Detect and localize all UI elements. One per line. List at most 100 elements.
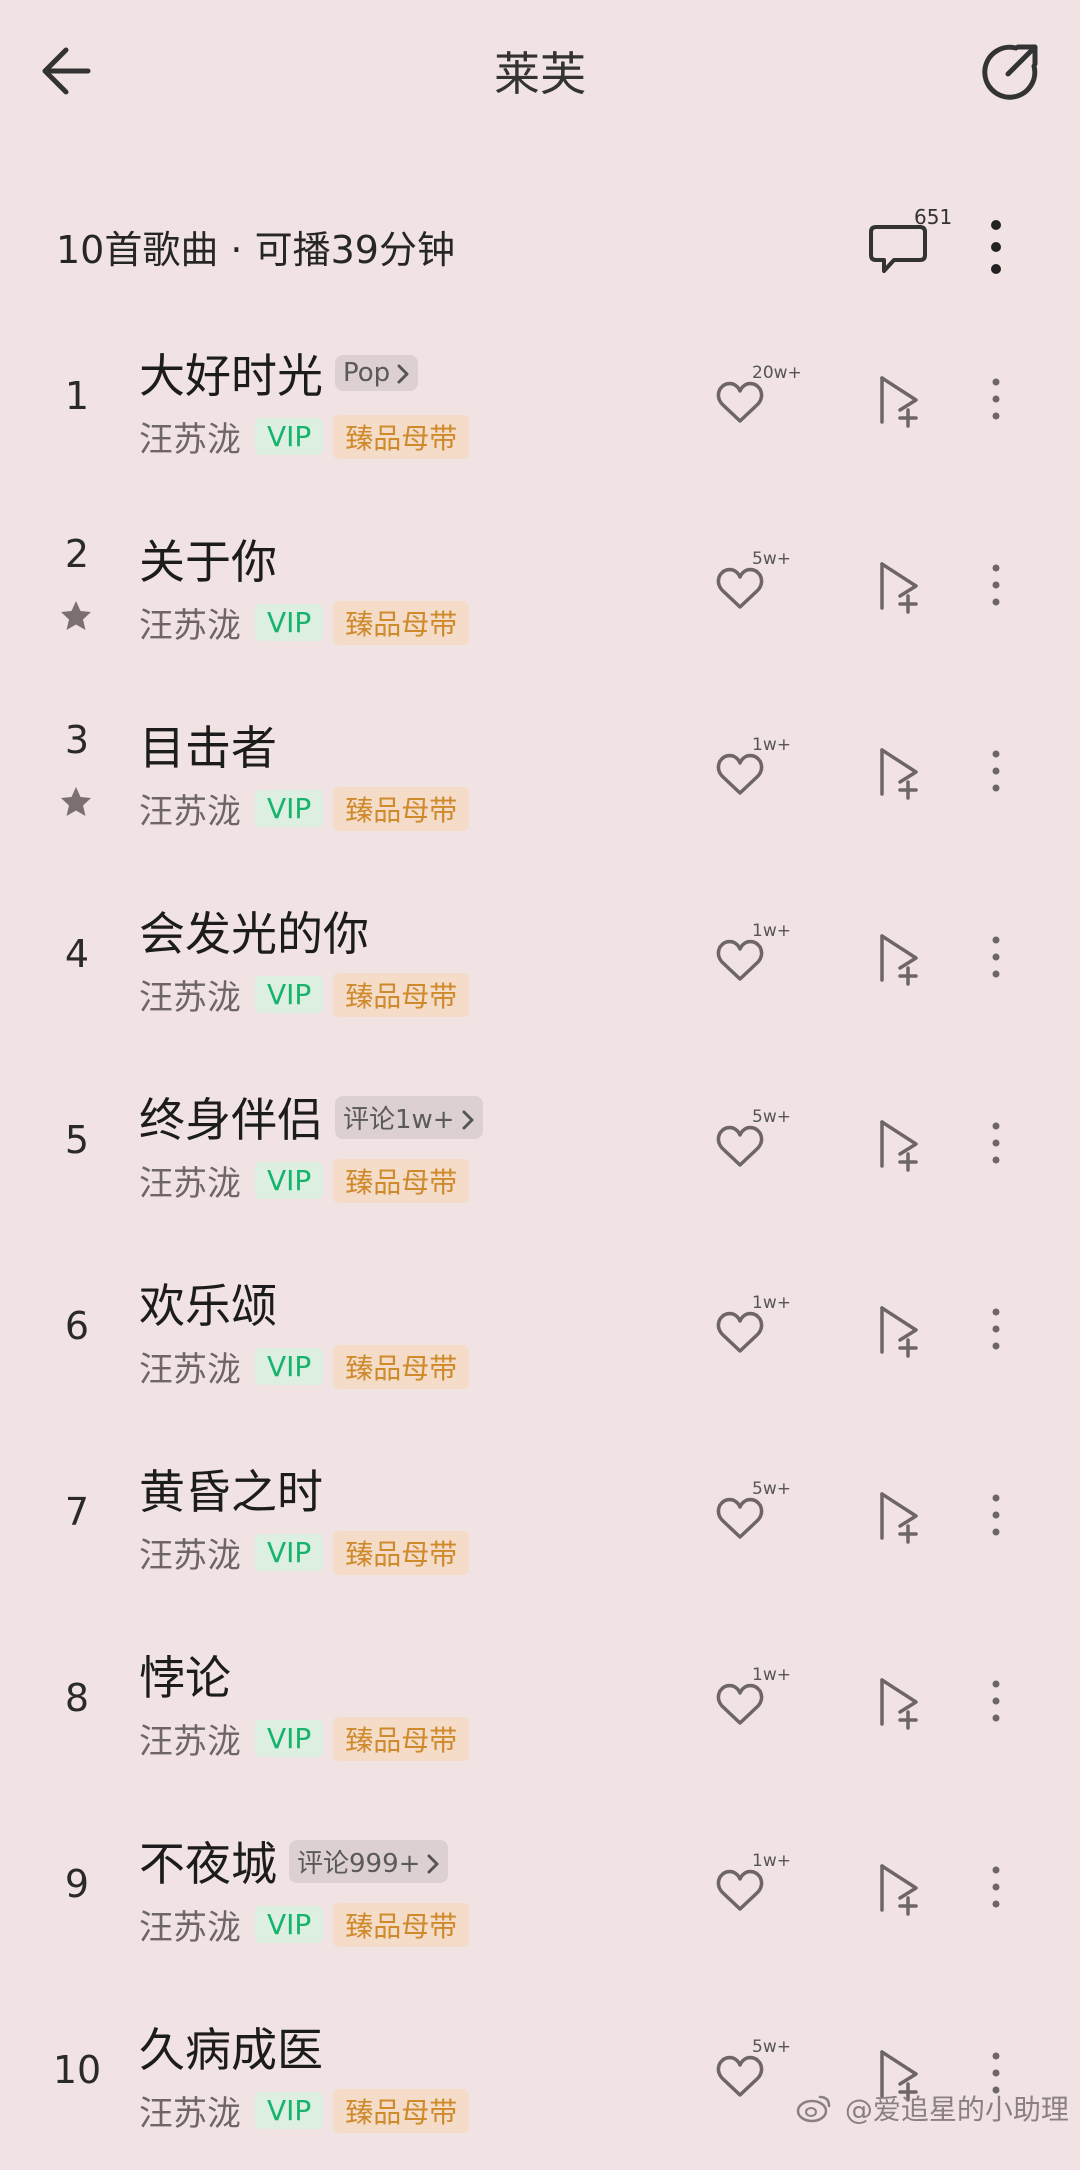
share-button[interactable]: [976, 36, 1046, 106]
quality-badge: 臻品母带: [333, 1158, 470, 1203]
comments-button[interactable]: 651: [862, 205, 952, 285]
song-title-line: 黄昏之时: [139, 1456, 323, 1519]
like-button[interactable]: 1w+: [714, 1293, 804, 1365]
song-tag-label: 评论999+: [297, 1848, 421, 1879]
song-more-button[interactable]: [976, 560, 1016, 610]
add-to-playlist-icon: [880, 1492, 918, 1544]
song-tag[interactable]: 评论999+: [289, 1839, 449, 1883]
like-count: 1w+: [752, 1665, 791, 1685]
song-title: 不夜城: [139, 1837, 277, 1891]
song-index: 10: [52, 2048, 102, 2092]
song-meta: 汪苏泷 VIP 臻品母带: [139, 970, 470, 1018]
playlist-summary: 10首歌曲 · 可播39分钟 651: [0, 205, 1080, 285]
chevron-right-icon: [427, 1854, 439, 1874]
like-button[interactable]: 5w+: [714, 549, 804, 621]
heart-icon: [716, 1311, 764, 1353]
song-row[interactable]: 3 目击者 汪苏泷 VIP 臻品母带 1w+: [0, 682, 1080, 868]
song-meta: 汪苏泷 VIP 臻品母带: [139, 1900, 470, 1948]
artist-name[interactable]: 汪苏泷: [139, 1722, 241, 1762]
song-index: 3: [64, 718, 90, 762]
song-row[interactable]: 8 悖论 汪苏泷 VIP 臻品母带 1w+: [0, 1612, 1080, 1798]
song-index: 2: [64, 532, 90, 576]
add-to-playlist-button[interactable]: [872, 1114, 928, 1174]
song-row[interactable]: 5 终身伴侣 评论1w+ 汪苏泷 VIP 臻品母带 5w+: [0, 1054, 1080, 1240]
chevron-right-icon: [397, 364, 409, 383]
song-title: 黄昏之时: [139, 1465, 323, 1519]
like-count: 5w+: [752, 549, 791, 569]
song-row[interactable]: 4 会发光的你 汪苏泷 VIP 臻品母带 1w+: [0, 868, 1080, 1054]
like-button[interactable]: 5w+: [714, 1479, 804, 1551]
add-to-playlist-button[interactable]: [872, 556, 928, 616]
more-vertical-icon: [992, 564, 1000, 606]
quality-badge: 臻品母带: [333, 972, 470, 1017]
song-index: 8: [64, 1676, 90, 1720]
page-title: 莱芙: [494, 47, 586, 101]
more-options-button[interactable]: [974, 215, 1018, 279]
like-button[interactable]: 5w+: [714, 1107, 804, 1179]
song-more-button[interactable]: [976, 1118, 1016, 1168]
song-tag[interactable]: 评论1w+: [335, 1095, 483, 1139]
artist-name[interactable]: 汪苏泷: [139, 420, 241, 460]
like-count: 5w+: [752, 1479, 791, 1499]
song-tag[interactable]: Pop: [335, 355, 419, 391]
song-more-button[interactable]: [976, 1304, 1016, 1354]
vip-badge: VIP: [255, 2092, 324, 2129]
song-row[interactable]: 7 黄昏之时汪苏泷 VIP 臻品母带 5w+: [0, 1426, 1080, 1612]
like-button[interactable]: 1w+: [714, 1665, 804, 1737]
quality-badge: 臻品母带: [333, 414, 470, 459]
song-more-button[interactable]: [976, 1490, 1016, 1540]
like-button[interactable]: 1w+: [714, 735, 804, 807]
add-to-playlist-button[interactable]: [872, 1300, 928, 1360]
song-more-button[interactable]: [976, 746, 1016, 796]
add-to-playlist-icon: [880, 934, 918, 986]
song-more-button[interactable]: [976, 1862, 1016, 1912]
song-row[interactable]: 10 久病成医 汪苏泷 VIP 臻品母带 5w+: [0, 1984, 1080, 2170]
add-to-playlist-button[interactable]: [872, 1486, 928, 1546]
add-to-playlist-button[interactable]: [872, 1672, 928, 1732]
more-vertical-icon: [992, 1122, 1000, 1164]
add-to-playlist-button[interactable]: [872, 370, 928, 430]
quality-badge: 臻品母带: [333, 2088, 470, 2133]
like-button[interactable]: 1w+: [714, 1851, 804, 1923]
heart-icon: [716, 1683, 764, 1725]
more-vertical-icon: [992, 1680, 1000, 1722]
song-row[interactable]: 6 欢乐颂 汪苏泷 VIP 臻品母带 1w+: [0, 1240, 1080, 1426]
song-more-button[interactable]: [976, 1676, 1016, 1726]
add-to-playlist-button[interactable]: [872, 928, 928, 988]
like-button[interactable]: 5w+: [714, 2037, 804, 2109]
song-more-button[interactable]: [976, 374, 1016, 424]
song-title-line: 悖论: [139, 1642, 231, 1705]
star-icon: [61, 787, 91, 816]
song-row[interactable]: 1 大好时光 Pop 汪苏泷 VIP 臻品母带 20w+: [0, 310, 1080, 496]
more-vertical-icon: [992, 378, 1000, 420]
artist-name[interactable]: 汪苏泷: [139, 1164, 241, 1204]
artist-name[interactable]: 汪苏泷: [139, 1350, 241, 1390]
heart-icon: [716, 939, 764, 981]
song-index: 7: [64, 1490, 90, 1534]
song-more-button[interactable]: [976, 932, 1016, 982]
more-vertical-icon: [992, 1308, 1000, 1350]
like-count: 1w+: [752, 1293, 791, 1313]
song-row[interactable]: 2 关于你 汪苏泷 VIP 臻品母带 5w+: [0, 496, 1080, 682]
artist-name[interactable]: 汪苏泷: [139, 606, 241, 646]
artist-name[interactable]: 汪苏泷: [139, 1908, 241, 1948]
more-vertical-icon: [991, 220, 1001, 274]
add-to-playlist-button[interactable]: [872, 1858, 928, 1918]
add-to-playlist-icon: [880, 748, 918, 800]
quality-badge: 臻品母带: [333, 1344, 470, 1389]
song-row[interactable]: 9 不夜城 评论999+ 汪苏泷 VIP 臻品母带 1w+: [0, 1798, 1080, 1984]
like-button[interactable]: 1w+: [714, 921, 804, 993]
more-vertical-icon: [992, 936, 1000, 978]
quality-badge: 臻品母带: [333, 600, 470, 645]
artist-name[interactable]: 汪苏泷: [139, 792, 241, 832]
artist-name[interactable]: 汪苏泷: [139, 978, 241, 1018]
artist-name[interactable]: 汪苏泷: [139, 1536, 241, 1576]
add-to-playlist-button[interactable]: [872, 742, 928, 802]
artist-name[interactable]: 汪苏泷: [139, 2094, 241, 2134]
song-meta: 汪苏泷 VIP 臻品母带: [139, 1528, 470, 1576]
vip-badge: VIP: [255, 790, 324, 827]
like-button[interactable]: 20w+: [714, 363, 804, 435]
like-count: 1w+: [752, 1851, 791, 1871]
like-count: 5w+: [752, 1107, 791, 1127]
quality-badge: 臻品母带: [333, 1902, 470, 1947]
